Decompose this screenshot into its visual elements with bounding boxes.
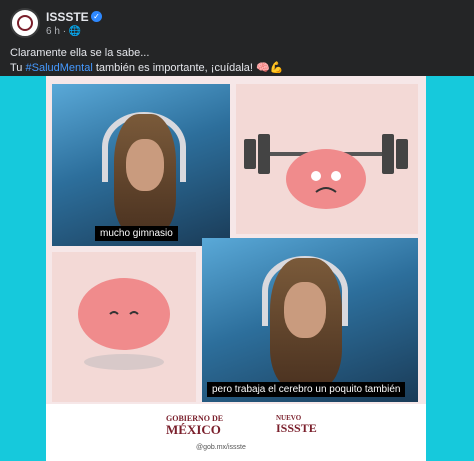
- cartoon-weightlift: [236, 84, 418, 234]
- globe-icon: · 🌐: [62, 26, 82, 37]
- face-shape: [126, 139, 164, 191]
- page-name[interactable]: ISSSTE: [46, 10, 89, 24]
- caption-line-1: Claramente ella se la sabe...: [10, 47, 150, 59]
- weight-left-outer: [244, 139, 256, 169]
- caption-suffix: también es importante, ¡cuídala! 🧠💪: [92, 62, 284, 74]
- post-media[interactable]: mucho gimnasio pero trabaja el cerebro u…: [0, 76, 474, 461]
- post-header: ISSSTE ✓ 6 h · 🌐: [10, 8, 464, 42]
- logo-gobierno-line2: MÉXICO: [166, 422, 221, 437]
- brain-body: [286, 149, 366, 209]
- subtitle-top: mucho gimnasio: [95, 226, 178, 241]
- cartoon-brain-hug: [52, 252, 196, 402]
- brain-hug-body: [78, 278, 170, 350]
- photo-top-left: mucho gimnasio: [52, 84, 230, 246]
- hugging-brain-illustration: [78, 278, 170, 370]
- facebook-post: ISSSTE ✓ 6 h · 🌐 Claramente ella se la s…: [0, 0, 474, 461]
- media-footer: GOBIERNO DE MÉXICO NUEVO ISSSTE @gob.mx/…: [46, 404, 426, 461]
- weight-left: [258, 134, 270, 174]
- weight-right: [382, 134, 394, 174]
- photo-bottom-right: pero trabaja el cerebro un poquito tambi…: [202, 238, 418, 402]
- media-frame: mucho gimnasio pero trabaja el cerebro u…: [46, 76, 426, 461]
- hashtag-link[interactable]: #SaludMental: [26, 62, 93, 74]
- eye-right: [331, 171, 341, 181]
- eye-left: [311, 171, 321, 181]
- caption-line-2: Tu #SaludMental también es importante, ¡…: [10, 61, 464, 76]
- barbell-brain-illustration: [244, 134, 408, 209]
- post-caption: Claramente ella se la sabe... Tu #SaludM…: [10, 46, 464, 76]
- post-meta: 6 h · 🌐: [46, 26, 81, 37]
- caption-prefix: Tu: [10, 62, 26, 74]
- shadow: [84, 354, 164, 370]
- post-time[interactable]: 6 h: [46, 26, 60, 37]
- subtitle-bottom: pero trabaja el cerebro un poquito tambi…: [207, 382, 406, 397]
- social-handle: @gob.mx/issste: [196, 444, 246, 451]
- logo-issste-line2: ISSSTE: [276, 421, 317, 435]
- weight-right-outer: [396, 139, 408, 169]
- face-shape-2: [284, 282, 326, 338]
- verified-icon: ✓: [91, 11, 102, 22]
- page-avatar[interactable]: [10, 8, 40, 38]
- logo-icon: [17, 15, 33, 31]
